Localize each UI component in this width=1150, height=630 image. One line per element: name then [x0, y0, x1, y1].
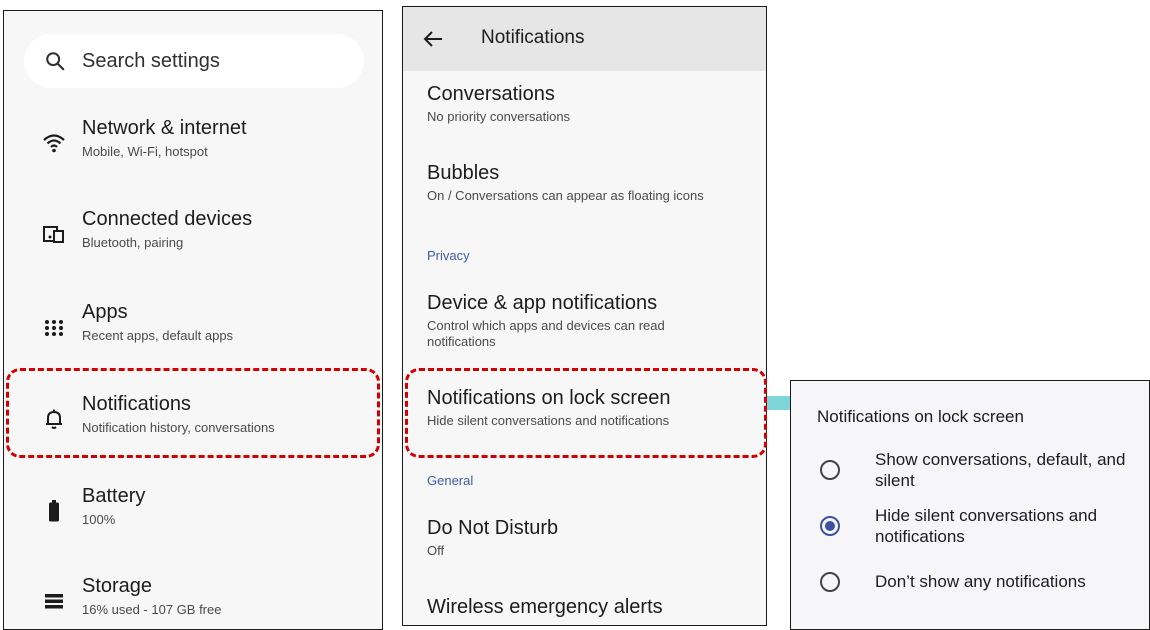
list-item-subtitle: Off [427, 543, 445, 558]
settings-panel: Search settings Network & internet Mobil… [3, 10, 383, 630]
page-title: Notifications [481, 27, 585, 48]
radio-option-label: Hide silent conversations and notificati… [875, 506, 1098, 546]
settings-item-subtitle: 16% used - 107 GB free [82, 602, 222, 617]
back-arrow-icon[interactable] [421, 27, 445, 51]
settings-item-title: Network & internet [82, 117, 247, 139]
list-item-conversations[interactable]: Conversations No priority conversations [427, 83, 757, 125]
radio-unchecked-icon[interactable] [819, 459, 841, 481]
list-item-subtitle: No priority conversations [427, 109, 571, 124]
settings-item-battery[interactable]: Battery 100% [4, 485, 382, 555]
notifications-panel: Notifications Conversations No priority … [402, 6, 767, 626]
settings-item-subtitle: Mobile, Wi-Fi, hotspot [82, 144, 208, 159]
list-item-device-app-notifications[interactable]: Device & app notifications Control which… [427, 292, 757, 350]
highlight-notifications [6, 368, 380, 458]
app-bar: Notifications [403, 7, 766, 71]
list-item-bubbles[interactable]: Bubbles On / Conversations can appear as… [427, 162, 757, 204]
settings-item-subtitle: Bluetooth, pairing [82, 235, 184, 250]
settings-item-title: Connected devices [82, 208, 253, 230]
highlight-lock-screen [405, 368, 767, 458]
dialog-title: Notifications on lock screen [817, 407, 1024, 426]
lock-screen-dialog: Notifications on lock screen Show conver… [790, 380, 1150, 630]
list-item-title: Device & app notifications [427, 292, 658, 314]
list-item-subtitle: Control which apps and devices can read … [427, 318, 665, 349]
list-item-title: Bubbles [427, 162, 500, 184]
search-placeholder: Search settings [82, 50, 220, 72]
devices-icon [43, 226, 64, 243]
search-icon [46, 52, 65, 71]
list-item-do-not-disturb[interactable]: Do Not Disturb Off [427, 517, 757, 559]
wifi-icon [43, 134, 65, 153]
radio-checked-icon[interactable] [819, 515, 841, 537]
list-item-title: Do Not Disturb [427, 517, 559, 539]
settings-item-subtitle: 100% [82, 512, 116, 527]
radio-unchecked-icon[interactable] [819, 571, 841, 593]
settings-item-apps[interactable]: Apps Recent apps, default apps [4, 301, 382, 371]
radio-option-label: Show conversations, default, and silent [875, 450, 1126, 490]
list-item-title: Conversations [427, 83, 555, 105]
list-item-subtitle: On / Conversations can appear as floatin… [427, 188, 704, 203]
storage-icon [45, 594, 63, 609]
radio-option-label: Don’t show any notifications [875, 572, 1086, 591]
battery-icon [49, 500, 59, 522]
settings-item-connected-devices[interactable]: Connected devices Bluetooth, pairing [4, 208, 382, 278]
settings-item-network[interactable]: Network & internet Mobile, Wi-Fi, hotspo… [4, 117, 382, 187]
settings-item-subtitle: Recent apps, default apps [82, 328, 234, 343]
settings-item-title: Apps [82, 301, 128, 323]
search-bar[interactable]: Search settings [24, 34, 364, 88]
settings-item-storage[interactable]: Storage 16% used - 107 GB free [4, 575, 382, 629]
settings-item-title: Battery [82, 485, 146, 507]
settings-item-title: Storage [82, 575, 153, 597]
section-header-general: General [427, 473, 474, 488]
section-header-privacy: Privacy [427, 248, 470, 263]
apps-grid-icon [45, 320, 63, 336]
